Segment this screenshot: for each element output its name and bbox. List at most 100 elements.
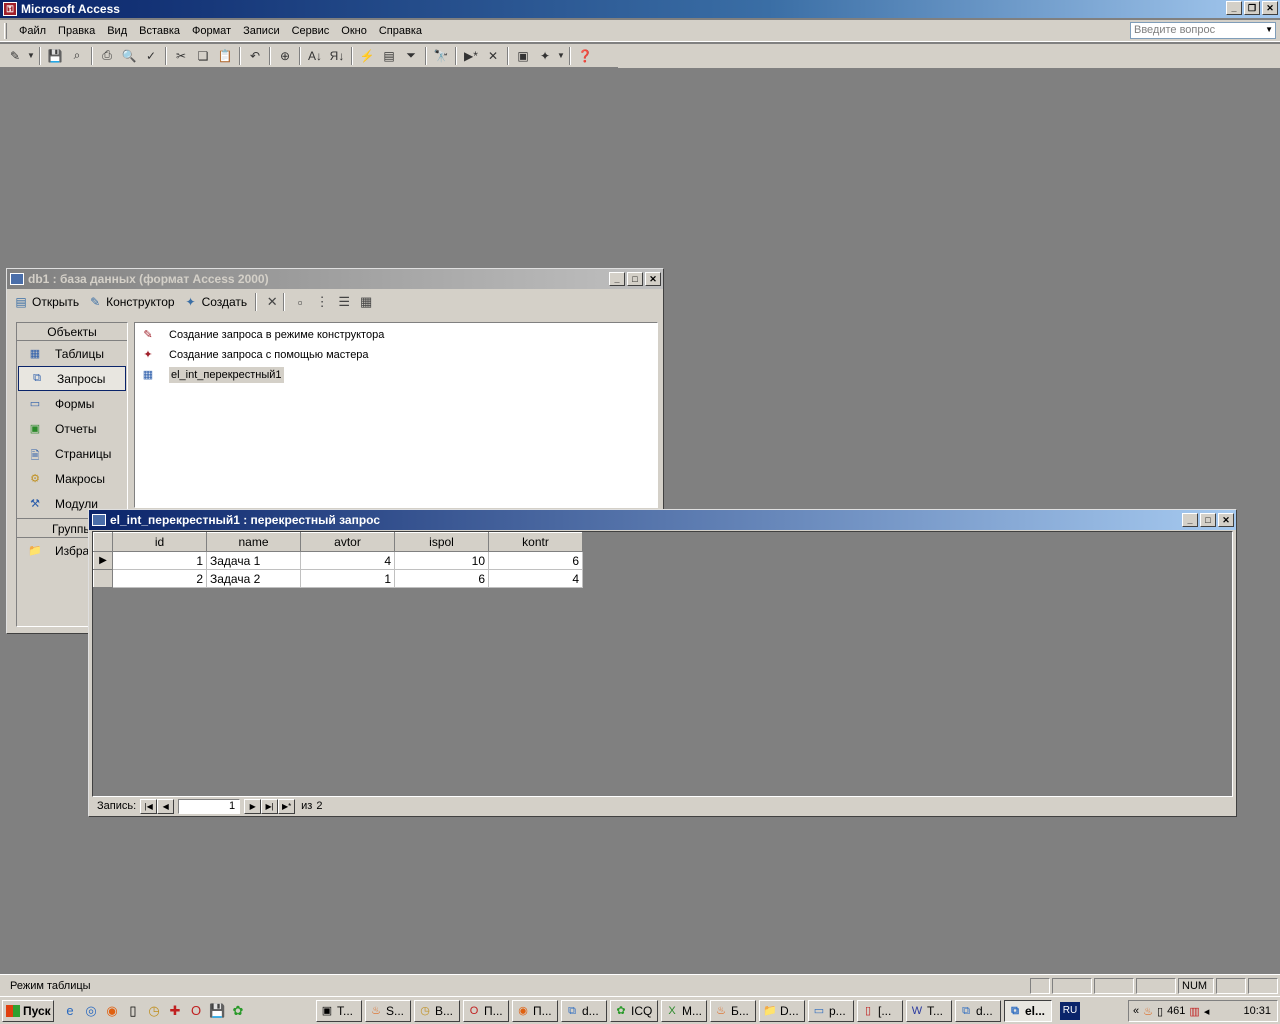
- sort-descending-icon[interactable]: Я↓: [326, 46, 348, 66]
- minimize-button[interactable]: _: [1226, 1, 1242, 15]
- task-button[interactable]: O П...: [463, 999, 509, 1022]
- task-button[interactable]: ◷ B...: [414, 999, 460, 1022]
- minimize-button[interactable]: _: [1182, 513, 1198, 527]
- list-item[interactable]: ✦ Создание запроса с помощью мастера: [135, 345, 657, 365]
- menu-view[interactable]: Вид: [101, 25, 133, 37]
- list-view-icon[interactable]: ☰: [333, 294, 355, 310]
- cell-id[interactable]: 1: [112, 551, 207, 570]
- task-button[interactable]: X M...: [661, 999, 707, 1022]
- cell-kontr[interactable]: 4: [488, 569, 583, 588]
- maximize-button[interactable]: □: [627, 272, 643, 286]
- restore-button[interactable]: ❐: [1244, 1, 1260, 15]
- menu-edit[interactable]: Правка: [52, 25, 101, 37]
- menu-records[interactable]: Записи: [237, 25, 286, 37]
- cell-id[interactable]: 2: [112, 569, 207, 588]
- menu-tools[interactable]: Сервис: [286, 25, 336, 37]
- paste-icon[interactable]: 📋: [214, 46, 236, 66]
- open-button[interactable]: ▤ Открыть: [13, 295, 79, 309]
- sort-ascending-icon[interactable]: A↓: [304, 46, 326, 66]
- task-button[interactable]: W T...: [906, 999, 952, 1022]
- minimize-button[interactable]: _: [609, 272, 625, 286]
- start-button[interactable]: Пуск: [2, 999, 54, 1022]
- cell-kontr[interactable]: 6: [488, 551, 583, 570]
- object-reports[interactable]: ▣ Отчеты: [17, 416, 127, 441]
- cell-avtor[interactable]: 1: [300, 569, 395, 588]
- filter-selection-icon[interactable]: ⚡: [356, 46, 378, 66]
- task-button[interactable]: ♨ Б...: [710, 999, 756, 1022]
- details-view-icon[interactable]: ▦: [355, 294, 377, 310]
- task-button[interactable]: ⧉ d...: [955, 999, 1001, 1022]
- view-icon[interactable]: ✎: [4, 46, 26, 66]
- browser-icon[interactable]: ◎: [83, 1003, 99, 1019]
- opera-icon[interactable]: O: [188, 1003, 204, 1019]
- query-window-title-bar[interactable]: el_int_перекрестный1 : перекрестный запр…: [89, 510, 1236, 530]
- task-button[interactable]: ✿ ICQ: [610, 999, 658, 1022]
- select-all-corner[interactable]: [93, 532, 113, 552]
- record-selector[interactable]: ▶: [93, 551, 113, 570]
- language-indicator[interactable]: RU: [1060, 1001, 1080, 1020]
- task-button[interactable]: ◉ П...: [512, 999, 558, 1022]
- last-record-icon[interactable]: ▶|: [261, 798, 279, 814]
- cell-name[interactable]: Задача 2: [206, 569, 301, 588]
- column-header-kontr[interactable]: kontr: [488, 532, 583, 552]
- new-record-icon[interactable]: ▶*: [278, 798, 296, 814]
- new-object-icon[interactable]: ✦: [534, 46, 556, 66]
- delete-icon[interactable]: ✕: [261, 294, 283, 310]
- create-button[interactable]: ✦ Создать: [183, 295, 248, 309]
- search-file-icon[interactable]: ⌕: [66, 46, 88, 66]
- design-button[interactable]: ✎ Конструктор: [87, 295, 174, 309]
- sound-icon[interactable]: ◂: [1204, 1005, 1210, 1018]
- current-record-input[interactable]: 1: [178, 798, 241, 814]
- clock[interactable]: 10:31: [1243, 1005, 1271, 1017]
- object-pages[interactable]: 🗎 Страницы: [17, 441, 127, 466]
- access-key-icon[interactable]: ⚿: [3, 2, 17, 16]
- clock-icon[interactable]: ◷: [146, 1003, 162, 1019]
- chevron-down-icon[interactable]: ▼: [26, 46, 36, 66]
- document-icon[interactable]: ▯: [1157, 1005, 1163, 1018]
- close-button[interactable]: ✕: [645, 272, 661, 286]
- print-icon[interactable]: ⎙: [96, 46, 118, 66]
- cell-ispol[interactable]: 10: [394, 551, 489, 570]
- disk-icon[interactable]: 💾: [209, 1003, 225, 1019]
- help-question-box[interactable]: Введите вопрос ▼: [1130, 22, 1276, 39]
- bar-chart-icon[interactable]: ▥: [1189, 1005, 1199, 1018]
- list-item[interactable]: ✎ Создание запроса в режиме конструктора: [135, 325, 657, 345]
- cut-icon[interactable]: ✂: [170, 46, 192, 66]
- menu-format[interactable]: Формат: [186, 25, 237, 37]
- next-record-icon[interactable]: ▶: [244, 798, 262, 814]
- database-window-title-bar[interactable]: db1 : база данных (формат Access 2000) _…: [7, 269, 663, 289]
- tray-expand-icon[interactable]: «: [1133, 1005, 1139, 1017]
- menu-grip[interactable]: [4, 22, 7, 39]
- small-icons-icon[interactable]: ⋮: [311, 294, 333, 310]
- cell-avtor[interactable]: 4: [300, 551, 395, 570]
- task-button[interactable]: ▭ p...: [808, 999, 854, 1022]
- list-item[interactable]: ▦ el_int_перекрестный1: [135, 365, 657, 385]
- object-macros[interactable]: ⚙ Макросы: [17, 466, 127, 491]
- column-header-id[interactable]: id: [112, 532, 207, 552]
- undo-icon[interactable]: ↶: [244, 46, 266, 66]
- tray-counter[interactable]: 461: [1167, 1005, 1185, 1017]
- previous-record-icon[interactable]: ◀: [157, 798, 175, 814]
- database-window-icon[interactable]: ▣: [512, 46, 534, 66]
- column-header-name[interactable]: name: [206, 532, 301, 552]
- menu-file[interactable]: Файл: [13, 25, 52, 37]
- task-button[interactable]: 📁 D...: [759, 999, 805, 1022]
- menu-window[interactable]: Окно: [335, 25, 373, 37]
- column-header-ispol[interactable]: ispol: [394, 532, 489, 552]
- object-tables[interactable]: ▦ Таблицы: [17, 341, 127, 366]
- filter-form-icon[interactable]: ▤: [378, 46, 400, 66]
- chevron-down-icon[interactable]: ▼: [556, 46, 566, 66]
- apply-filter-icon[interactable]: ⏷: [400, 46, 422, 66]
- help-icon[interactable]: ❓: [574, 46, 596, 66]
- find-icon[interactable]: 🔭: [430, 46, 452, 66]
- spelling-icon[interactable]: ✓: [140, 46, 162, 66]
- large-icons-icon[interactable]: ▫: [289, 295, 311, 310]
- firefox-icon[interactable]: ◉: [104, 1003, 120, 1019]
- icq-flower-icon[interactable]: ✿: [230, 1003, 246, 1019]
- task-button[interactable]: ⧉ d...: [561, 999, 607, 1022]
- task-button[interactable]: ♨ S...: [365, 999, 411, 1022]
- cell-name[interactable]: Задача 1: [206, 551, 301, 570]
- object-queries[interactable]: ⧉ Запросы: [18, 366, 126, 391]
- chevron-down-icon[interactable]: ▼: [1265, 25, 1273, 34]
- print-preview-icon[interactable]: 🔍: [118, 46, 140, 66]
